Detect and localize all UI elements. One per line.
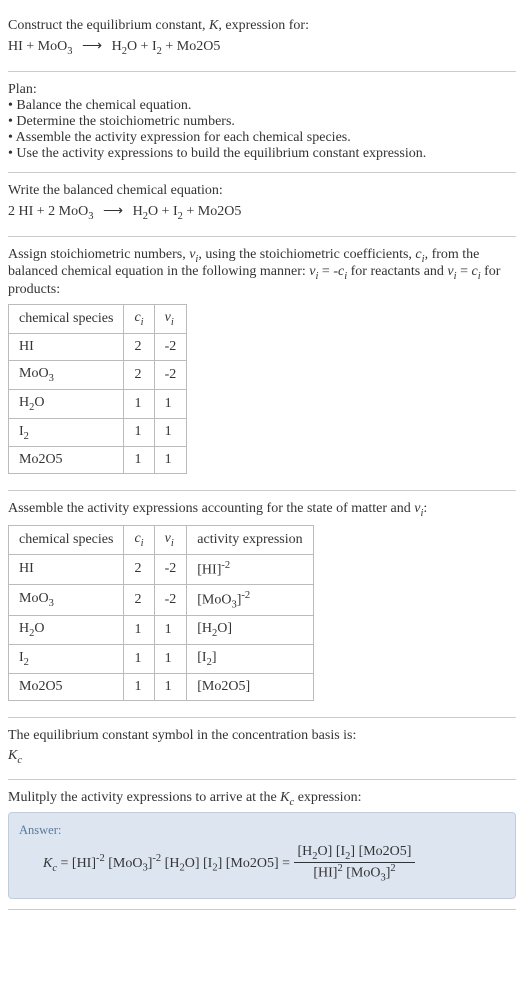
intro-section: Construct the equilibrium constant, K, e… <box>8 8 516 72</box>
table-header: chemical species <box>9 305 124 334</box>
cell-c: 2 <box>124 554 154 584</box>
table-row: I211 <box>9 418 187 447</box>
cell-c: 2 <box>124 360 154 389</box>
table-row: Mo2O511 <box>9 447 187 474</box>
table-row: H2O11 <box>9 389 187 418</box>
cell-species: Mo2O5 <box>9 673 124 700</box>
cell-act: [MoO3]-2 <box>187 584 313 615</box>
cell-v: 1 <box>154 389 187 418</box>
activity-text: Assemble the activity expressions accoun… <box>8 501 516 519</box>
cell-species: HI <box>9 333 124 360</box>
cell-c: 1 <box>124 389 154 418</box>
intro-text: Construct the equilibrium constant, K, e… <box>8 18 516 34</box>
cell-species: Mo2O5 <box>9 447 124 474</box>
fraction-numerator: [H2O] [I2] [Mo2O5] <box>294 844 416 863</box>
stoich-text: Assign stoichiometric numbers, νi, using… <box>8 247 516 299</box>
cell-v: -2 <box>154 554 187 584</box>
cell-species: HI <box>9 554 124 584</box>
answer-label: Answer: <box>19 823 505 838</box>
plan-bullet: • Assemble the activity expression for e… <box>8 130 516 146</box>
cell-v: 1 <box>154 644 187 673</box>
symbol-text: The equilibrium constant symbol in the c… <box>8 728 516 744</box>
cell-species: I2 <box>9 644 124 673</box>
cell-c: 1 <box>124 418 154 447</box>
intro-equation: HI + MoO3 ⟶ H2O + I2 + Mo2O5 <box>8 38 516 57</box>
plan-bullet: • Use the activity expressions to build … <box>8 146 516 162</box>
fraction-denominator: [HI]2 [MoO3]2 <box>294 863 416 883</box>
cell-v: 1 <box>154 447 187 474</box>
table-row: MoO32-2[MoO3]-2 <box>9 584 314 615</box>
cell-act: [Mo2O5] <box>187 673 313 700</box>
cell-species: MoO3 <box>9 584 124 615</box>
final-section: Mulitply the activity expressions to arr… <box>8 780 516 909</box>
plan-bullet: • Determine the stoichiometric numbers. <box>8 114 516 130</box>
cell-species: H2O <box>9 616 124 645</box>
cell-act: [H2O] <box>187 616 313 645</box>
table-header: νi <box>154 526 187 555</box>
plan-section: Plan: • Balance the chemical equation. •… <box>8 72 516 173</box>
cell-v: 1 <box>154 673 187 700</box>
symbol-value: Kc <box>8 748 516 766</box>
balanced-heading: Write the balanced chemical equation: <box>8 183 516 199</box>
cell-act: [HI]-2 <box>187 554 313 584</box>
cell-v: -2 <box>154 360 187 389</box>
balanced-section: Write the balanced chemical equation: 2 … <box>8 173 516 237</box>
cell-c: 1 <box>124 644 154 673</box>
answer-equation: Kc = [HI]-2 [MoO3]-2 [H2O] [I2] [Mo2O5] … <box>19 844 505 883</box>
fraction: [H2O] [I2] [Mo2O5] [HI]2 [MoO3]2 <box>294 844 416 883</box>
plan-heading: Plan: <box>8 82 516 98</box>
cell-v: -2 <box>154 333 187 360</box>
cell-c: 1 <box>124 616 154 645</box>
table-row: Mo2O511[Mo2O5] <box>9 673 314 700</box>
activity-section: Assemble the activity expressions accoun… <box>8 491 516 717</box>
cell-c: 2 <box>124 333 154 360</box>
cell-v: 1 <box>154 418 187 447</box>
final-text: Mulitply the activity expressions to arr… <box>8 790 516 808</box>
table-row: HI2-2 <box>9 333 187 360</box>
cell-species: I2 <box>9 418 124 447</box>
cell-species: H2O <box>9 389 124 418</box>
symbol-section: The equilibrium constant symbol in the c… <box>8 718 516 781</box>
activity-table: chemical species ci νi activity expressi… <box>8 525 314 701</box>
table-row: MoO32-2 <box>9 360 187 389</box>
table-header: chemical species <box>9 526 124 555</box>
cell-act: [I2] <box>187 644 313 673</box>
cell-v: 1 <box>154 616 187 645</box>
answer-box: Answer: Kc = [HI]-2 [MoO3]-2 [H2O] [I2] … <box>8 812 516 898</box>
cell-c: 1 <box>124 447 154 474</box>
stoich-table: chemical species ci νi HI2-2 MoO32-2 H2O… <box>8 304 187 474</box>
cell-v: -2 <box>154 584 187 615</box>
table-header: ci <box>124 526 154 555</box>
cell-c: 1 <box>124 673 154 700</box>
table-header: activity expression <box>187 526 313 555</box>
cell-c: 2 <box>124 584 154 615</box>
table-row: H2O11[H2O] <box>9 616 314 645</box>
stoich-section: Assign stoichiometric numbers, νi, using… <box>8 237 516 492</box>
table-row: HI2-2[HI]-2 <box>9 554 314 584</box>
table-row: I211[I2] <box>9 644 314 673</box>
table-header: ci <box>124 305 154 334</box>
table-header: νi <box>154 305 187 334</box>
plan-bullet: • Balance the chemical equation. <box>8 98 516 114</box>
cell-species: MoO3 <box>9 360 124 389</box>
balanced-equation: 2 HI + 2 MoO3 ⟶ H2O + I2 + Mo2O5 <box>8 203 516 222</box>
